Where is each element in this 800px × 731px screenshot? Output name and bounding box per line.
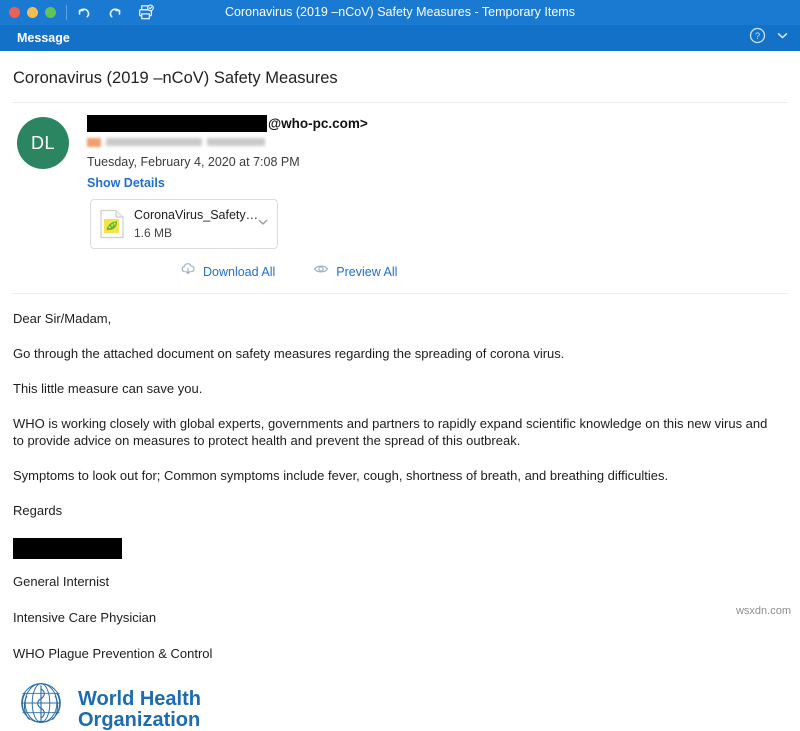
watermark: wsxdn.com (736, 605, 791, 617)
tab-message[interactable]: Message (17, 31, 70, 45)
who-logo-text: World Health Organization (71, 681, 201, 731)
eye-icon (313, 262, 329, 281)
svg-text:?: ? (755, 31, 760, 42)
signature-line: WHO Plague Prevention & Control (13, 645, 786, 662)
recipient-blur-a (106, 138, 202, 146)
message-header: DL @who-pc.com> Tuesday, February 4, 202… (0, 103, 800, 190)
close-window-button[interactable] (9, 7, 20, 18)
download-all-button[interactable]: Download All (180, 262, 275, 281)
signature-line: Intensive Care Physician (13, 609, 786, 626)
signature-block: Regards General Internist Intensive Care… (13, 502, 786, 662)
body-paragraph: WHO is working closely with global exper… (13, 415, 778, 449)
avatar: DL (17, 117, 69, 169)
attachment-actions: Download All Preview All (90, 249, 800, 281)
traffic-light-controls[interactable] (0, 7, 56, 18)
who-logo-line1: World Health (78, 688, 201, 710)
sender-redaction-bar (87, 115, 267, 132)
who-logo: World Health Organization (0, 681, 800, 731)
ribbon-right-controls: ? (749, 27, 789, 49)
attachment-file-name: CoronaVirus_Safety… (134, 208, 258, 222)
body-paragraph: Go through the attached document on safe… (13, 345, 786, 362)
attachment-card[interactable]: CoronaVirus_Safety… 1.6 MB (90, 199, 278, 249)
undo-icon[interactable] (75, 4, 93, 22)
zoom-window-button[interactable] (45, 7, 56, 18)
minimize-window-button[interactable] (27, 7, 38, 18)
print-icon[interactable] (137, 4, 155, 22)
header-lines: @who-pc.com> Tuesday, February 4, 2020 a… (69, 112, 368, 190)
window-title-bar: Coronavirus (2019 –nCoV) Safety Measures… (0, 0, 800, 25)
message-body: Dear Sir/Madam, Go through the attached … (0, 310, 800, 662)
chevron-down-icon[interactable] (253, 215, 271, 233)
recipient-line-blurred (87, 136, 368, 148)
preview-all-label: Preview All (336, 265, 397, 279)
cloud-download-icon (180, 262, 196, 281)
sender-line: @who-pc.com> (87, 113, 368, 133)
body-paragraph: Symptoms to look out for; Common symptom… (13, 467, 786, 484)
who-logo-line2: Organization (78, 710, 201, 731)
show-details-link[interactable]: Show Details (87, 176, 368, 190)
body-paragraph: Dear Sir/Madam, (13, 310, 786, 327)
signature-line: General Internist (13, 573, 786, 590)
attachment-divider (12, 293, 788, 294)
sender-domain: @who-pc.com> (268, 116, 368, 131)
preview-all-button[interactable]: Preview All (313, 262, 397, 281)
window-toolbar (75, 4, 155, 22)
message-datetime: Tuesday, February 4, 2020 at 7:08 PM (87, 155, 368, 169)
message-ribbon: Message ? (0, 25, 800, 51)
recipient-blur-b (207, 138, 265, 146)
toolbar-divider (66, 5, 67, 20)
message-subject: Coronavirus (2019 –nCoV) Safety Measures (0, 51, 800, 88)
document-icon (99, 209, 125, 239)
message-content: Coronavirus (2019 –nCoV) Safety Measures… (0, 51, 800, 622)
chevron-down-icon[interactable] (776, 29, 789, 47)
signature-closing: Regards (13, 502, 786, 519)
who-emblem-icon (11, 681, 71, 730)
help-circle-icon[interactable]: ? (749, 27, 766, 49)
attachment-meta: CoronaVirus_Safety… 1.6 MB (125, 206, 253, 242)
redo-icon[interactable] (106, 4, 124, 22)
download-all-label: Download All (203, 265, 275, 279)
body-paragraph: This little measure can save you. (13, 380, 786, 397)
signature-name-redaction-bar (13, 538, 122, 559)
recipient-chip (87, 138, 101, 147)
attachment-section: CoronaVirus_Safety… 1.6 MB Download All (0, 190, 800, 281)
attachment-file-size: 1.6 MB (134, 226, 172, 240)
